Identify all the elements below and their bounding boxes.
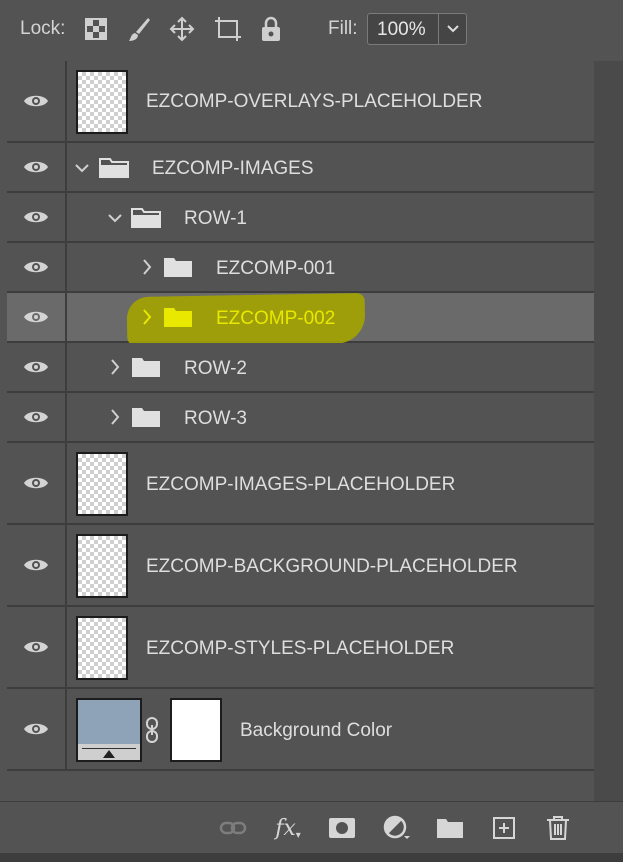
lock-transparent-pixels-icon[interactable] bbox=[82, 15, 110, 43]
chevron-right-icon[interactable] bbox=[140, 259, 154, 275]
lock-artboard-icon[interactable] bbox=[214, 15, 242, 43]
eye-icon[interactable] bbox=[7, 343, 67, 391]
layer-row[interactable]: EZCOMP-IMAGES-PLACEHOLDER bbox=[7, 443, 594, 525]
link-icon[interactable] bbox=[145, 716, 159, 749]
chevron-right-icon[interactable] bbox=[140, 309, 154, 325]
layer-row[interactable]: ROW-2 bbox=[7, 343, 594, 393]
layer-name[interactable]: EZCOMP-OVERLAYS-PLACEHOLDER bbox=[146, 91, 482, 113]
chevron-right-icon[interactable] bbox=[108, 359, 122, 375]
selected-layer-content[interactable]: EZCOMP-002 bbox=[7, 293, 594, 343]
folder-open-icon bbox=[99, 158, 129, 178]
layers-bottom-toolbar: fx ▾ bbox=[0, 801, 623, 854]
folder-icon bbox=[132, 358, 160, 377]
eye-icon[interactable] bbox=[7, 243, 67, 291]
layer-row[interactable]: EZCOMP-IMAGES bbox=[7, 143, 594, 193]
layer-name[interactable]: EZCOMP-002 bbox=[216, 308, 335, 330]
layer-row[interactable]: ROW-3 bbox=[7, 393, 594, 443]
chevron-down-icon[interactable] bbox=[75, 160, 89, 176]
layer-name[interactable]: EZCOMP-STYLES-PLACEHOLDER bbox=[146, 638, 454, 660]
new-layer-icon[interactable] bbox=[489, 814, 519, 842]
scrollbar[interactable] bbox=[594, 61, 623, 801]
eye-icon[interactable] bbox=[7, 143, 67, 191]
layer-row[interactable]: Background Color bbox=[7, 689, 594, 771]
fill-thumb-line bbox=[82, 748, 136, 749]
layer-row[interactable]: EZCOMP-OVERLAYS-PLACEHOLDER bbox=[7, 61, 594, 143]
layer-name[interactable]: ROW-3 bbox=[184, 408, 247, 430]
folder-icon bbox=[164, 308, 192, 327]
lock-all-icon[interactable] bbox=[257, 15, 285, 43]
folder-icon bbox=[164, 258, 192, 277]
layer-name[interactable]: EZCOMP-BACKGROUND-PLACEHOLDER bbox=[146, 556, 518, 578]
layer-thumbnail[interactable] bbox=[76, 452, 128, 516]
folder-open-icon bbox=[131, 208, 161, 228]
layer-row[interactable]: EZCOMP-STYLES-PLACEHOLDER bbox=[7, 607, 594, 689]
eye-icon[interactable] bbox=[7, 689, 67, 769]
fill-divider bbox=[438, 14, 439, 44]
fill-layer-thumbnail[interactable] bbox=[76, 698, 142, 762]
layer-name[interactable]: EZCOMP-001 bbox=[216, 258, 335, 280]
adjustment-layer-icon[interactable] bbox=[382, 814, 412, 842]
layer-mask-thumbnail[interactable] bbox=[170, 698, 222, 762]
add-mask-icon[interactable] bbox=[327, 814, 357, 842]
layer-name[interactable]: EZCOMP-IMAGES bbox=[152, 158, 314, 180]
eye-icon[interactable] bbox=[7, 607, 67, 687]
delete-icon[interactable] bbox=[543, 814, 573, 842]
eye-icon[interactable] bbox=[7, 525, 67, 605]
eye-icon[interactable] bbox=[7, 193, 67, 241]
layer-name[interactable]: ROW-1 bbox=[184, 208, 247, 230]
chevron-down-icon[interactable] bbox=[108, 210, 122, 226]
fill-label: Fill: bbox=[328, 18, 358, 39]
fill-value[interactable]: 100% bbox=[377, 19, 426, 41]
lock-label: Lock: bbox=[20, 18, 66, 39]
eye-icon[interactable] bbox=[7, 443, 67, 523]
new-group-icon[interactable] bbox=[435, 814, 465, 842]
layer-thumbnail[interactable] bbox=[76, 534, 128, 598]
link-layers-icon[interactable] bbox=[218, 814, 248, 842]
layer-row[interactable]: ROW-1 bbox=[7, 193, 594, 243]
chevron-down-icon[interactable] bbox=[442, 16, 464, 42]
fill-thumb-triangle-icon bbox=[103, 750, 115, 758]
layer-name[interactable]: Background Color bbox=[240, 720, 392, 742]
folder-icon bbox=[132, 408, 160, 427]
lock-position-icon[interactable] bbox=[168, 15, 196, 43]
layer-name[interactable]: ROW-2 bbox=[184, 358, 247, 380]
chevron-right-icon[interactable] bbox=[108, 409, 122, 425]
layer-row[interactable]: EZCOMP-BACKGROUND-PLACEHOLDER bbox=[7, 525, 594, 607]
panel-status-strip bbox=[0, 853, 623, 862]
lock-image-pixels-icon[interactable] bbox=[125, 15, 153, 43]
eye-icon[interactable] bbox=[7, 61, 67, 141]
lock-bar: Lock: Fill: 100% bbox=[0, 0, 623, 58]
layer-thumbnail[interactable] bbox=[76, 70, 128, 134]
layer-name[interactable]: EZCOMP-IMAGES-PLACEHOLDER bbox=[146, 474, 455, 496]
layer-thumbnail[interactable] bbox=[76, 616, 128, 680]
fx-icon[interactable]: fx ▾ bbox=[273, 814, 303, 842]
fill-opacity-field[interactable]: 100% bbox=[367, 13, 467, 45]
eye-icon[interactable] bbox=[7, 393, 67, 441]
layer-row[interactable]: EZCOMP-001 bbox=[7, 243, 594, 293]
